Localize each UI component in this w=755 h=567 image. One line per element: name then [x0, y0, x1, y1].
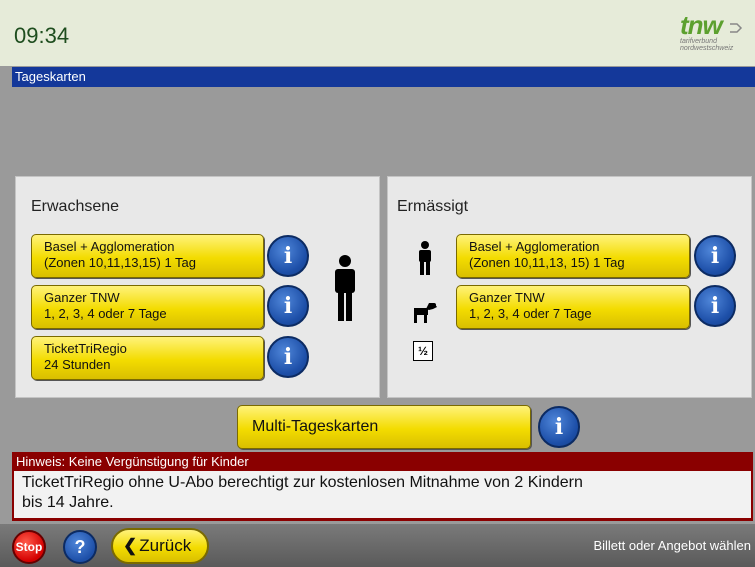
- button-line-1: Basel + Agglomeration: [469, 239, 600, 254]
- dog-icon: [414, 303, 437, 323]
- button-line-2: (Zonen 10,11,13,15) 1 Tag: [44, 255, 197, 270]
- reduced-ganzer-tnw-button[interactable]: Ganzer TNW 1, 2, 3, 4 oder 7 Tage: [456, 285, 690, 329]
- clock: 09:34: [14, 23, 70, 48]
- logo-word: tnw: [680, 10, 723, 40]
- button-line-2: (Zonen 10,11,13, 15) 1 Tag: [469, 255, 625, 270]
- hint-title: Hinweis: Keine Vergünstigung für Kinder: [16, 454, 249, 469]
- adult-person-icon: [335, 255, 355, 321]
- info-button-reduced-basel[interactable]: i: [694, 235, 736, 277]
- status-text: Billett oder Angebot wählen: [593, 538, 751, 553]
- info-button-adult-basel[interactable]: i: [267, 235, 309, 277]
- hint-line-1: TicketTriRegio ohne U-Abo berechtigt zur…: [22, 474, 583, 491]
- child-person-icon: [419, 241, 431, 275]
- hint-box: Hinweis: Keine Vergünstigung für Kinder …: [12, 452, 753, 521]
- button-line-1: Basel + Agglomeration: [44, 239, 175, 254]
- info-button-adult-ganzer-tnw[interactable]: i: [267, 285, 309, 327]
- hint-body: TicketTriRegio ohne U-Abo berechtigt zur…: [14, 471, 751, 518]
- tnw-logo: tnw tarifverbund nordwestschweiz: [672, 10, 748, 56]
- reduced-panel-title: Ermässigt: [397, 198, 469, 215]
- button-line-1: TicketTriRegio: [44, 341, 127, 356]
- reduced-panel: Ermässigt ½ Basel + Agglomeration (Zonen…: [387, 176, 752, 398]
- page-title: Tageskarten: [12, 67, 755, 87]
- button-line-2: 24 Stunden: [44, 357, 111, 372]
- reduced-basel-agglomeration-button[interactable]: Basel + Agglomeration (Zonen 10,11,13, 1…: [456, 234, 690, 278]
- button-line-2: 1, 2, 3, 4 oder 7 Tage: [44, 306, 167, 321]
- back-label: Zurück: [139, 536, 192, 555]
- logo-arrow-icon: [730, 23, 743, 33]
- header-bar: 09:34 tnw tarifverbund nordwestschweiz: [0, 0, 755, 66]
- adults-panel-title: Erwachsene: [31, 198, 120, 215]
- half-fare-icon: ½: [413, 341, 433, 361]
- adult-tickettriregio-button[interactable]: TicketTriRegio 24 Stunden: [31, 336, 264, 380]
- help-button[interactable]: ?: [63, 530, 97, 564]
- adults-panel: Erwachsene Basel + Agglomeration (Zonen …: [15, 176, 380, 398]
- logo-sub-1: tarifverbund: [680, 38, 717, 45]
- chevron-left-icon: ❮: [123, 536, 138, 555]
- footer-bar: Stop ? ❮ Zurück Billett oder Angebot wähl…: [0, 524, 755, 567]
- multi-tageskarten-button[interactable]: Multi-Tageskarten: [237, 405, 531, 449]
- info-button-multi[interactable]: i: [538, 406, 580, 448]
- button-line-2: 1, 2, 3, 4 oder 7 Tage: [469, 306, 592, 321]
- info-button-reduced-ganzer-tnw[interactable]: i: [694, 285, 736, 327]
- button-line-1: Ganzer TNW: [469, 290, 545, 305]
- adult-basel-agglomeration-button[interactable]: Basel + Agglomeration (Zonen 10,11,13,15…: [31, 234, 264, 278]
- logo-sub-2: nordwestschweiz: [680, 45, 734, 52]
- button-line-1: Ganzer TNW: [44, 290, 120, 305]
- adult-ganzer-tnw-button[interactable]: Ganzer TNW 1, 2, 3, 4 oder 7 Tage: [31, 285, 264, 329]
- hint-line-2: bis 14 Jahre.: [22, 494, 114, 511]
- info-button-adult-tickettriregio[interactable]: i: [267, 336, 309, 378]
- back-button[interactable]: ❮ Zurück: [111, 528, 209, 564]
- stop-button[interactable]: Stop: [12, 530, 46, 564]
